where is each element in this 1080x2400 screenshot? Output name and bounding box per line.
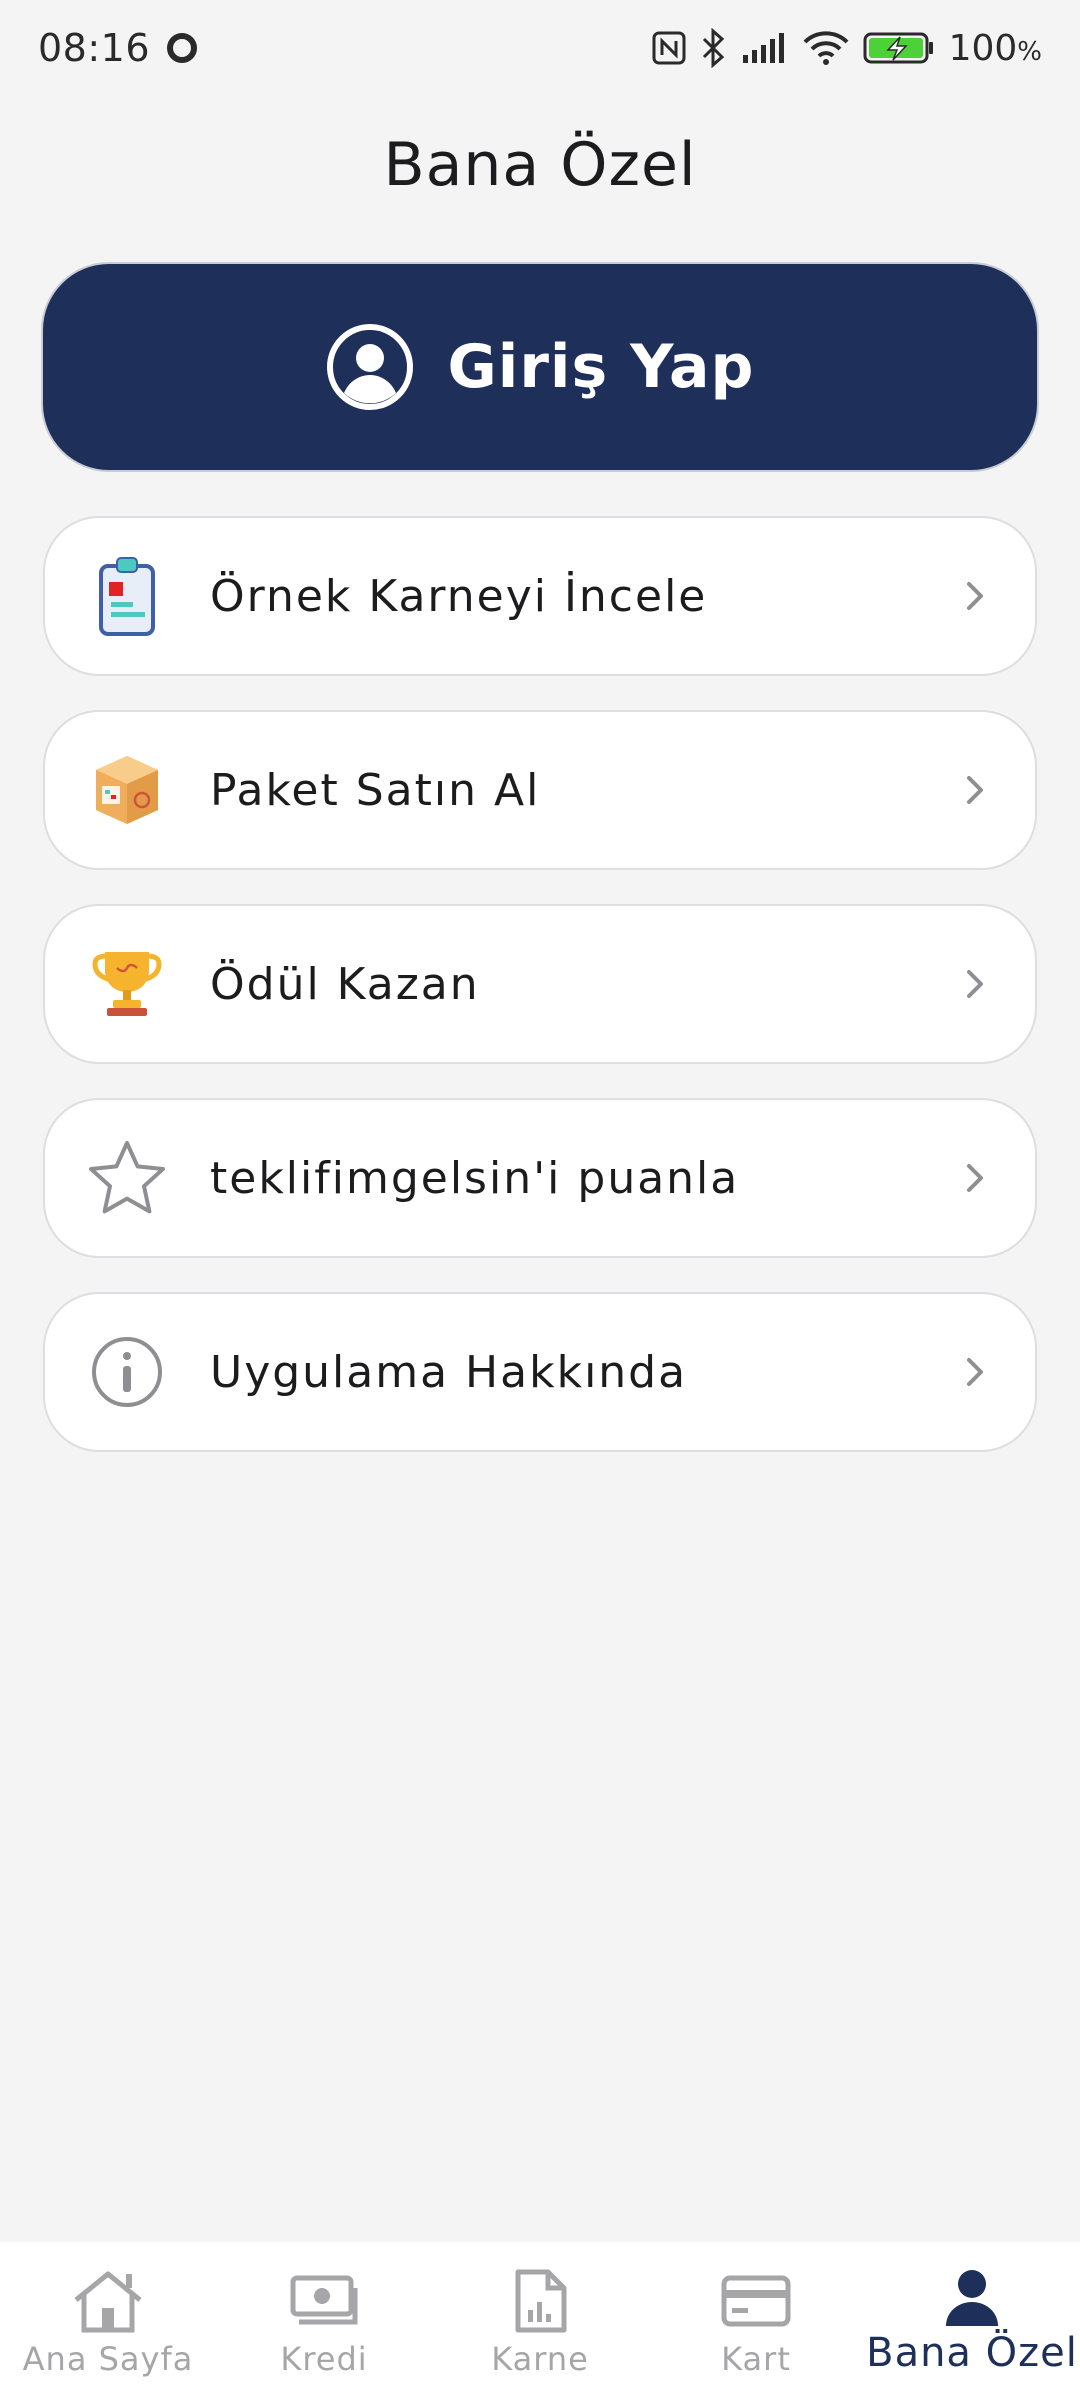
menu-item-rate-app[interactable]: teklifimgelsin'i puanla (43, 1098, 1037, 1258)
nav-label: Kart (721, 2340, 791, 2378)
package-box-icon (85, 748, 169, 832)
status-bar-left: 08:16 (38, 26, 200, 70)
nav-item-report[interactable]: Karne (432, 2242, 648, 2400)
menu-item-win-reward[interactable]: Ödül Kazan (43, 904, 1037, 1064)
clipboard-report-icon (85, 554, 169, 638)
chevron-right-icon (955, 770, 995, 810)
nav-item-credit[interactable]: Kredi (216, 2242, 432, 2400)
chevron-right-icon (955, 1352, 995, 1392)
wifi-icon (803, 30, 849, 66)
chevron-right-icon (955, 576, 995, 616)
nav-label: Kredi (280, 2340, 368, 2378)
menu-label: Paket Satın Al (210, 764, 541, 816)
chevron-right-icon (955, 1158, 995, 1198)
nav-item-card[interactable]: Kart (648, 2242, 864, 2400)
status-bar-right: 100% (651, 28, 1042, 69)
status-time: 08:16 (38, 26, 151, 70)
nav-item-home[interactable]: Ana Sayfa (0, 2242, 216, 2400)
credit-card-icon (720, 2268, 792, 2334)
status-bar: 08:16 100% (0, 0, 1080, 96)
menu-label: Uygulama Hakkında (210, 1346, 688, 1398)
nav-item-profile[interactable]: Bana Özel (864, 2242, 1080, 2400)
menu-label: Ödül Kazan (210, 958, 480, 1010)
user-circle-icon (326, 323, 414, 411)
login-button[interactable]: Giriş Yap (43, 264, 1037, 470)
menu-label: Örnek Karneyi İncele (210, 570, 708, 622)
menu-item-about-app[interactable]: Uygulama Hakkında (43, 1292, 1037, 1452)
info-icon (85, 1330, 169, 1414)
page-title: Bana Özel (383, 130, 697, 200)
menu-label: teklifimgelsin'i puanla (210, 1152, 740, 1204)
menu-item-buy-package[interactable]: Paket Satın Al (43, 710, 1037, 870)
bluetooth-icon (701, 28, 727, 68)
trophy-icon (85, 942, 169, 1026)
sync-ring-icon (164, 30, 200, 66)
nfc-icon (651, 30, 687, 66)
star-icon (85, 1136, 169, 1220)
battery-percent: 100% (948, 27, 1042, 69)
nav-label: Karne (491, 2340, 589, 2378)
nav-label: Ana Sayfa (22, 2340, 194, 2378)
user-icon (942, 2268, 1002, 2328)
login-label: Giriş Yap (447, 332, 755, 402)
bottom-nav: Ana Sayfa Kredi Karne Kart Bana Özel (0, 2242, 1080, 2400)
menu-item-sample-report[interactable]: Örnek Karneyi İncele (43, 516, 1037, 676)
battery-icon (863, 31, 935, 65)
signal-icon (741, 31, 789, 65)
report-document-icon (512, 2268, 568, 2334)
home-icon (70, 2268, 146, 2334)
money-icon (289, 2268, 359, 2334)
chevron-right-icon (955, 964, 995, 1004)
nav-label: Bana Özel (866, 2330, 1078, 2376)
